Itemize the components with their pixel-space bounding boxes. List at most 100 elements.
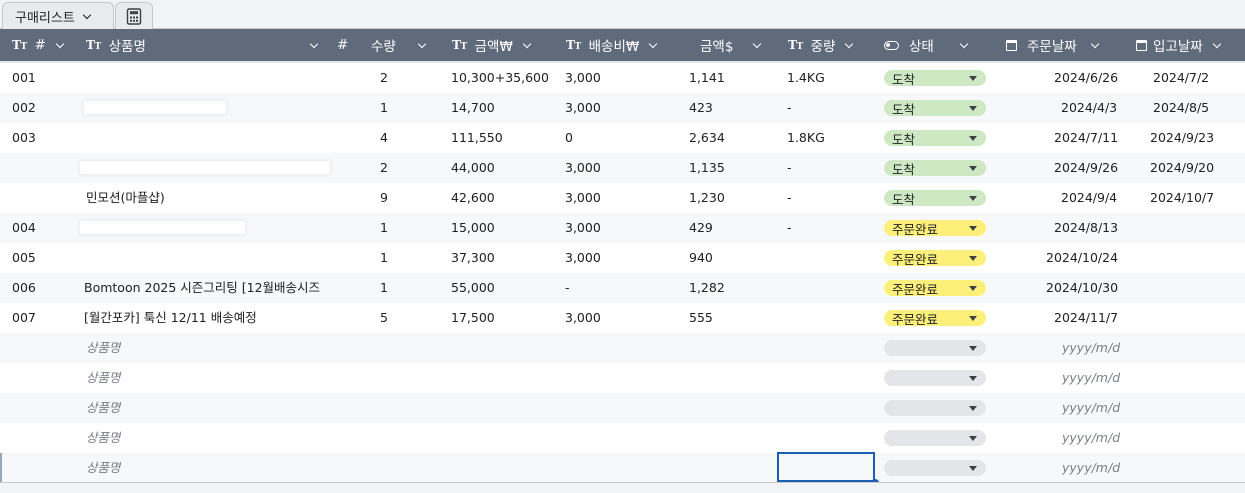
cell-qty[interactable]: 1 — [380, 243, 388, 273]
chevron-down-icon[interactable] — [649, 41, 658, 50]
status-badge-empty[interactable] — [884, 340, 986, 356]
tab-purchase-list[interactable]: 구매리스트 — [2, 2, 114, 29]
chevron-down-icon[interactable] — [1091, 41, 1100, 50]
cell-amount-usd[interactable]: 1,141 — [689, 63, 725, 93]
cell-shipping[interactable]: 3,000 — [565, 303, 601, 333]
col-header-status[interactable]: 상태 — [884, 29, 969, 61]
cell-qty[interactable]: 1 — [380, 213, 388, 243]
cell-shipping[interactable]: - — [565, 273, 570, 303]
cell-name-placeholder[interactable]: 상품명 — [86, 393, 121, 423]
status-badge[interactable]: 주문완료 — [884, 310, 986, 327]
empty-row[interactable]: 상품명 yyyy/m/d — [0, 363, 1245, 393]
chevron-down-icon[interactable] — [83, 12, 92, 21]
status-badge-empty[interactable] — [884, 460, 986, 476]
cell-amount-usd[interactable]: 429 — [689, 213, 713, 243]
cell-order-date[interactable]: 2024/4/3 — [1061, 93, 1117, 123]
status-badge[interactable]: 주문완료 — [884, 250, 986, 267]
cell-shipping[interactable]: 3,000 — [565, 93, 601, 123]
cell-amount-usd[interactable]: 1,282 — [689, 273, 725, 303]
cell-name-placeholder[interactable]: 상품명 — [86, 423, 121, 453]
chevron-down-icon[interactable] — [310, 41, 319, 50]
cell-weight[interactable]: 1.8KG — [787, 123, 825, 153]
status-badge[interactable]: 도착 — [884, 130, 986, 147]
cell-amount-usd[interactable]: 555 — [689, 303, 713, 333]
cell-order-date[interactable]: 2024/9/26 — [1054, 153, 1118, 183]
cell-name-placeholder[interactable]: 상품명 — [86, 453, 121, 483]
cell-num[interactable]: 007 — [12, 303, 36, 333]
col-header-name-menu[interactable] — [300, 29, 319, 61]
dropdown-arrow-icon[interactable] — [969, 196, 977, 201]
col-header-arrival-date[interactable]: 입고날짜 — [1136, 29, 1222, 61]
cell-order-date[interactable]: 2024/6/26 — [1054, 63, 1118, 93]
dropdown-arrow-icon[interactable] — [969, 106, 977, 111]
cell-name-placeholder[interactable]: 상품명 — [86, 333, 121, 363]
dropdown-arrow-icon[interactable] — [969, 226, 977, 231]
chevron-down-icon[interactable] — [418, 41, 427, 50]
status-badge-empty[interactable] — [884, 430, 986, 446]
chevron-down-icon[interactable] — [845, 41, 854, 50]
cell-num[interactable]: 004 — [12, 213, 36, 243]
cell-arrival-date[interactable]: 2024/10/7 — [1150, 183, 1214, 213]
cell-amount-usd[interactable]: 423 — [689, 93, 713, 123]
cell-order-date[interactable]: 2024/8/13 — [1054, 213, 1118, 243]
cell-shipping[interactable]: 3,000 — [565, 183, 601, 213]
table-row[interactable]: 006 Bomtoon 2025 시즌그리팅 [12월배송시즈 1 55,000… — [0, 273, 1245, 303]
dropdown-arrow-icon[interactable] — [969, 286, 977, 291]
cell-weight[interactable]: - — [787, 213, 792, 243]
cell-amount-krw[interactable]: 10,300+35,600 — [451, 63, 549, 93]
col-header-amount-krw[interactable]: TT 금액₩ — [452, 29, 532, 61]
table-row[interactable]: 003 4 111,550 0 2,634 1.8KG 도착 2024/7/11… — [0, 123, 1245, 153]
table-row[interactable]: 민모션(마플샵) 9 42,600 3,000 1,230 - 도착 2024/… — [0, 183, 1245, 213]
empty-row[interactable]: 상품명 yyyy/m/d — [0, 333, 1245, 363]
cell-order-date-placeholder[interactable]: yyyy/m/d — [1062, 453, 1120, 483]
empty-row[interactable]: 상품명 yyyy/m/d — [0, 393, 1245, 423]
cell-weight[interactable]: - — [787, 153, 792, 183]
cell-amount-krw[interactable]: 14,700 — [451, 93, 495, 123]
cell-name[interactable]: 민모션(마플샵) — [86, 183, 165, 213]
dropdown-arrow-icon[interactable] — [969, 166, 977, 171]
col-header-order-date[interactable]: 주문날짜 — [1006, 29, 1100, 61]
status-badge-empty[interactable] — [884, 370, 986, 386]
cell-num[interactable]: 005 — [12, 243, 36, 273]
cell-amount-krw[interactable]: 17,500 — [451, 303, 495, 333]
cell-num[interactable]: 002 — [12, 93, 36, 123]
cell-qty[interactable]: 4 — [380, 123, 388, 153]
dropdown-arrow-icon[interactable] — [969, 466, 977, 471]
col-header-weight[interactable]: TT 중량 — [788, 29, 854, 61]
status-badge[interactable]: 도착 — [884, 70, 986, 87]
cell-name-placeholder[interactable]: 상품명 — [86, 363, 121, 393]
selected-cell[interactable] — [777, 452, 875, 482]
cell-order-date[interactable]: 2024/10/30 — [1046, 273, 1118, 303]
cell-name[interactable]: [월간포카] 툭신 12/11 배송예정 — [84, 303, 328, 333]
cell-order-date-placeholder[interactable]: yyyy/m/d — [1062, 333, 1120, 363]
chevron-down-icon[interactable] — [56, 41, 65, 50]
dropdown-arrow-icon[interactable] — [969, 346, 977, 351]
cell-qty[interactable]: 1 — [380, 93, 388, 123]
status-badge[interactable]: 도착 — [884, 160, 986, 177]
cell-arrival-date[interactable]: 2024/7/2 — [1153, 63, 1209, 93]
cell-weight[interactable]: - — [787, 93, 792, 123]
status-badge-empty[interactable] — [884, 400, 986, 416]
table-row[interactable]: 001 2 10,300+35,600 3,000 1,141 1.4KG 도착… — [0, 63, 1245, 93]
cell-qty[interactable]: 5 — [380, 303, 388, 333]
cell-order-date-placeholder[interactable]: yyyy/m/d — [1062, 423, 1120, 453]
empty-row[interactable]: 상품명 yyyy/m/d — [0, 453, 1245, 483]
cell-name[interactable]: Bomtoon 2025 시즌그리팅 [12월배송시즈 — [84, 273, 328, 303]
cell-amount-usd[interactable]: 2,634 — [689, 123, 725, 153]
status-badge[interactable]: 주문완료 — [884, 280, 986, 297]
dropdown-arrow-icon[interactable] — [969, 436, 977, 441]
cell-amount-krw[interactable]: 15,000 — [451, 213, 495, 243]
dropdown-arrow-icon[interactable] — [969, 316, 977, 321]
chevron-down-icon[interactable] — [960, 41, 969, 50]
cell-arrival-date[interactable]: 2024/9/23 — [1150, 123, 1214, 153]
cell-shipping[interactable]: 3,000 — [565, 213, 601, 243]
col-header-num[interactable]: TT # — [12, 29, 65, 61]
cell-order-date[interactable]: 2024/11/7 — [1054, 303, 1118, 333]
chevron-down-icon[interactable] — [523, 41, 532, 50]
cell-arrival-date[interactable]: 2024/9/20 — [1150, 153, 1214, 183]
cell-qty[interactable]: 2 — [380, 63, 388, 93]
cell-qty[interactable]: 1 — [380, 273, 388, 303]
cell-amount-usd[interactable]: 940 — [689, 243, 713, 273]
cell-order-date-placeholder[interactable]: yyyy/m/d — [1062, 393, 1120, 423]
chevron-down-icon[interactable] — [1213, 41, 1222, 50]
